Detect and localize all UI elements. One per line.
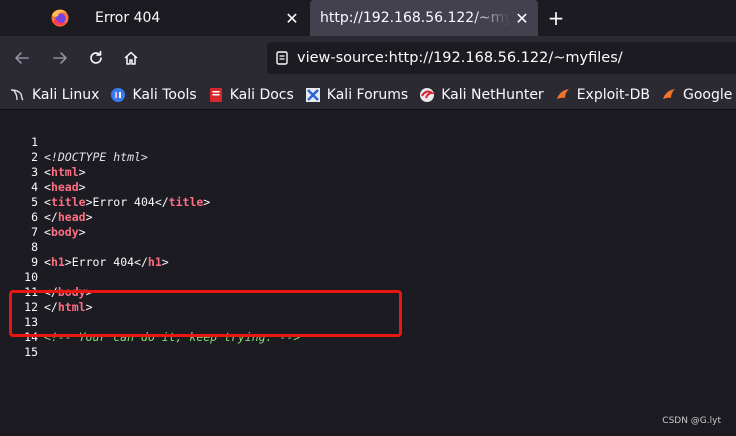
tag-name: head [57,210,86,224]
tab-title: Error 404 [95,10,161,26]
navigation-toolbar: view-source:http://192.168.56.122/~myfil… [0,36,736,80]
plus-icon[interactable]: + [544,6,568,30]
source-line: 9 [0,240,38,269]
source-line: 2 <html> [0,135,86,179]
bookmark-kali-linux[interactable]: Kali Linux [10,87,99,103]
back-arrow-icon[interactable] [10,46,34,70]
tag-name: head [50,180,79,194]
url-text: view-source:http://192.168.56.122/~myfil… [297,50,623,66]
kali-nethunter-icon [419,87,436,103]
bookmark-label: Kali Linux [32,86,100,103]
line-number: 15 [24,345,38,359]
reload-icon[interactable] [84,46,108,70]
bookmarks-toolbar: Kali Linux Kali Tools Kali Docs Kali For… [0,80,736,110]
source-line: 10 </body> [0,255,92,299]
bookmark-exploit-db[interactable]: Exploit-DB [555,87,650,103]
bookmark-label: Exploit-DB [576,86,650,103]
tab-error-404[interactable]: Error 404 ✕ [80,0,308,36]
source-line: 5 </head> [0,180,92,224]
bookmark-kali-forums[interactable]: Kali Forums [305,87,408,103]
doctype: <!DOCTYPE html> [44,150,148,164]
source-line: 6 <body> [0,195,86,239]
tab-strip: Error 404 ✕ http://192.168.56.122/~myfil… [0,0,736,36]
bookmark-kali-nethunter[interactable]: Kali NetHunter [419,86,544,103]
kali-docs-icon [208,87,224,103]
kali-tools-icon [110,87,126,103]
tag-name: body [50,225,79,239]
bookmark-label: Kali Forums [326,86,409,103]
source-line: 4 <title>Error 404</title> [0,165,210,209]
source-view: 1 <!DOCTYPE html> 2 <html> 3 <head> 4 <t… [0,111,736,436]
kali-forums-icon [305,87,321,103]
bookmark-google-hacking-db[interactable]: Google Hacking DB [661,87,736,103]
source-line: 11 </html> [0,270,92,314]
bookmark-kali-docs[interactable]: Kali Docs [208,87,294,103]
source-line: 8 <h1>Error 404</h1> [0,225,169,269]
tab-title: http://192.168.56.122/~myfiles/ [320,10,510,26]
tag-name: title [50,195,86,209]
tag-name: title [168,195,204,209]
title-text: Error 404 [92,195,155,209]
bookmark-kali-tools[interactable]: Kali Tools [110,86,197,103]
tag-name: h1 [147,255,162,269]
source-line: 3 <head> [0,150,86,194]
url-bar[interactable]: view-source:http://192.168.56.122/~myfil… [267,42,736,74]
exploit-db-icon [555,87,571,103]
source-line: 7 [0,210,38,239]
tab-view-source[interactable]: http://192.168.56.122/~myfiles/ ✕ [310,0,538,36]
watermark: CSDN @G.lyt [662,416,721,426]
home-icon[interactable] [119,46,143,70]
bookmark-label: Kali Tools [132,86,197,103]
h1-text: Error 404 [71,255,135,269]
kali-dragon-icon [10,87,26,103]
bookmark-label: Kali NetHunter [441,86,544,103]
firefox-icon[interactable] [48,6,72,30]
bookmark-label: Google Hacking DB [682,86,736,103]
tag-name: h1 [50,255,65,269]
page-info-icon[interactable] [267,50,297,66]
bookmark-label: Kali Docs [229,86,294,103]
ghdb-icon [661,87,677,103]
source-line: 1 <!DOCTYPE html> [0,120,148,164]
forward-arrow-icon[interactable] [48,46,72,70]
close-icon[interactable]: ✕ [280,6,304,30]
highlight-box [9,290,402,337]
tag-name: html [50,165,79,179]
close-icon[interactable]: ✕ [510,6,534,30]
